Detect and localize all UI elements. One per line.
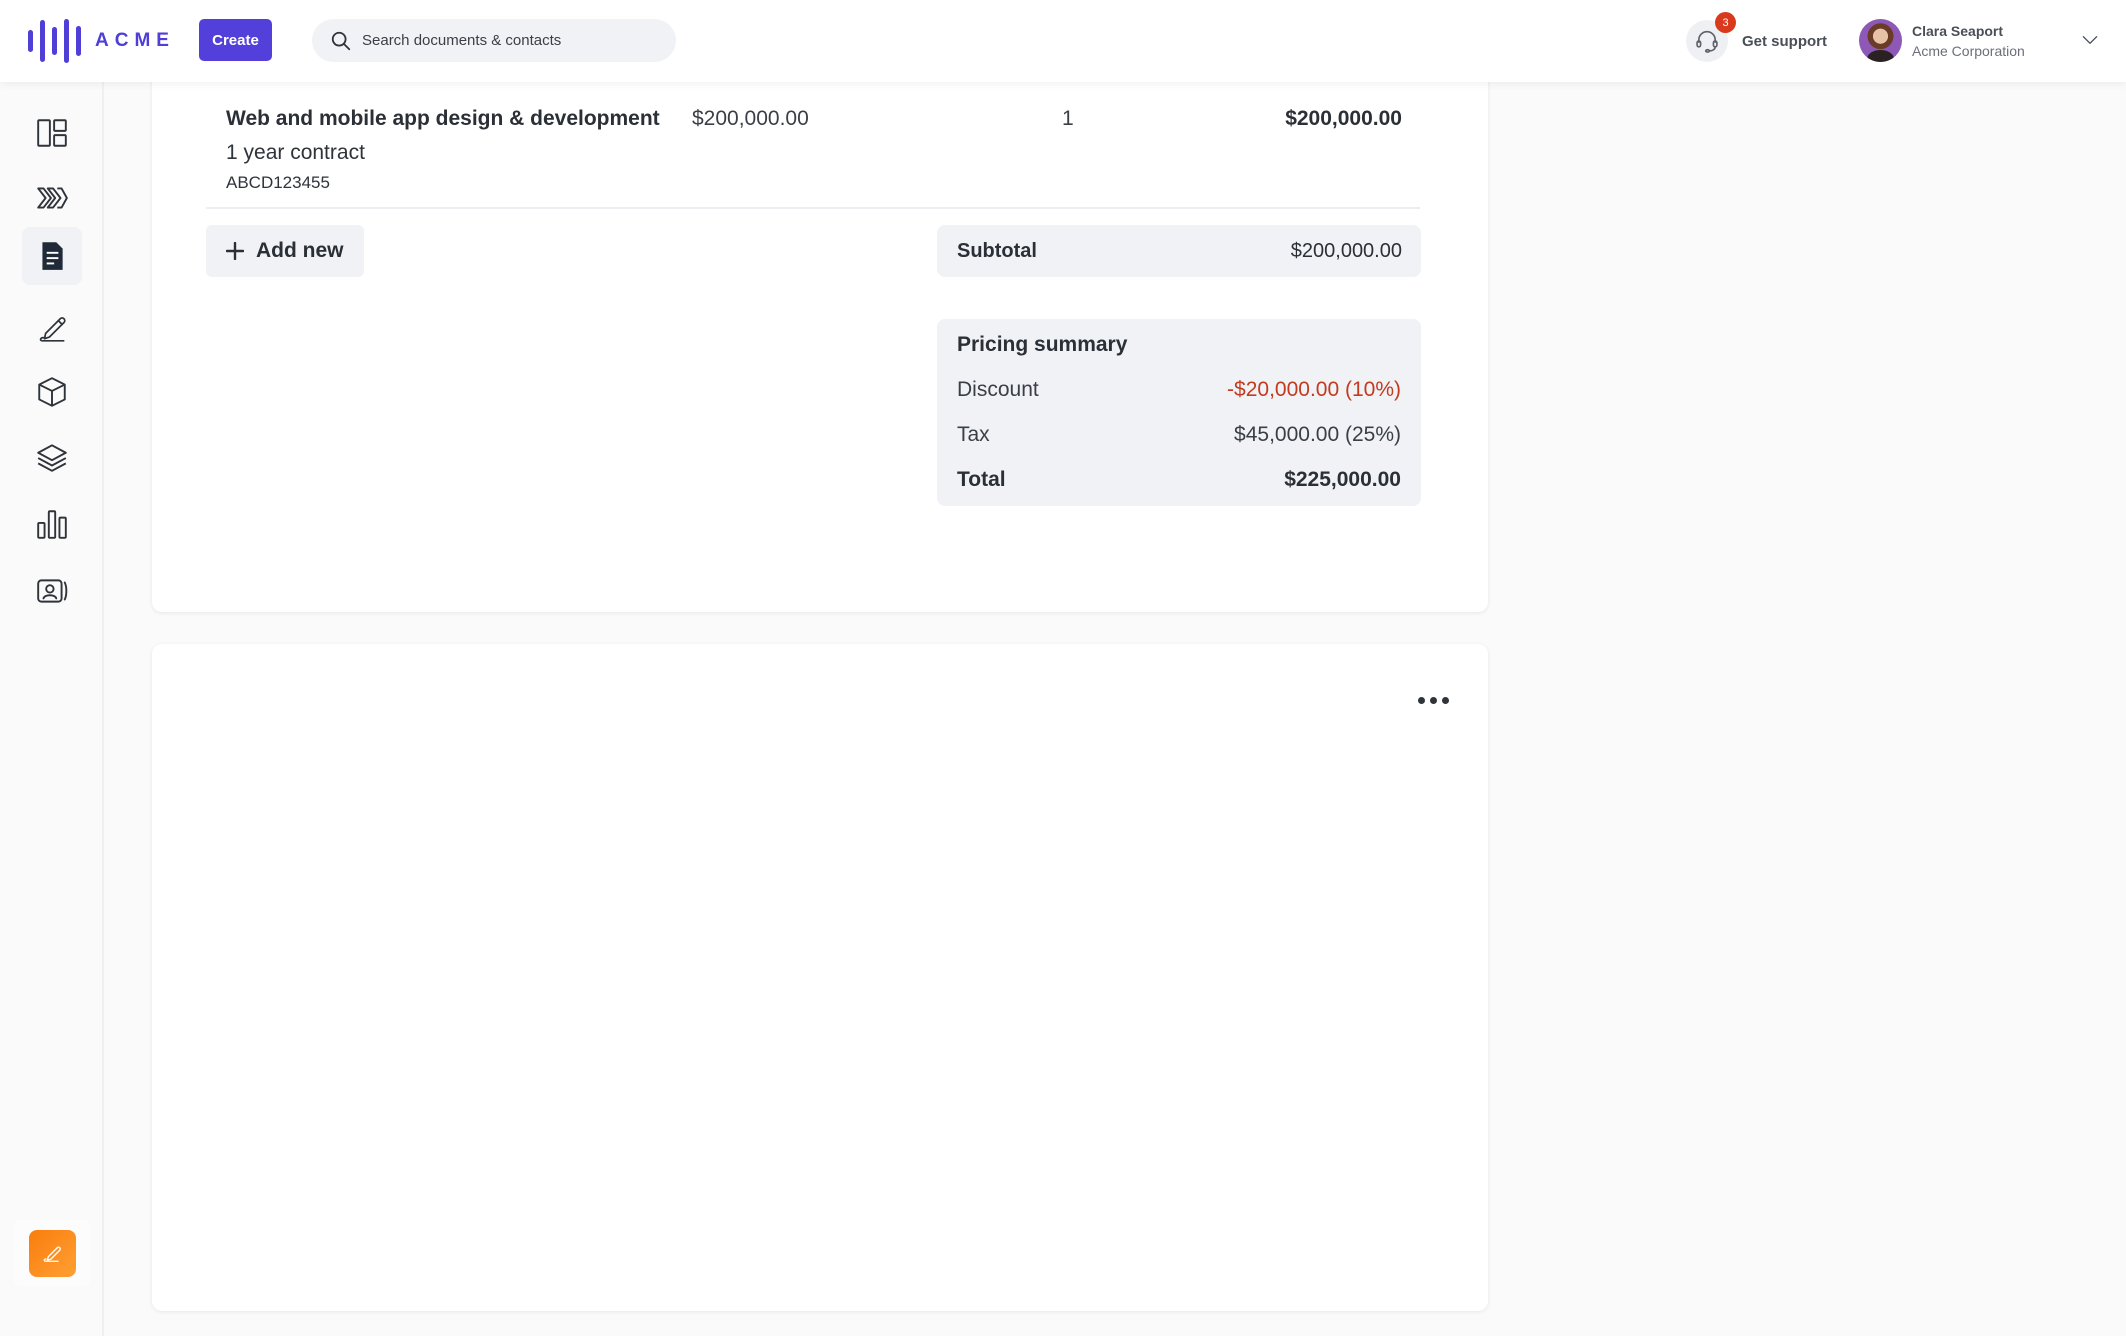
acme-logo[interactable]: ACME — [28, 19, 175, 63]
support-icon-wrap: 3 — [1686, 12, 1736, 62]
pricing-summary-title: Pricing summary — [957, 333, 1128, 356]
search-icon — [331, 31, 351, 50]
row-divider — [206, 207, 1420, 209]
get-support-button[interactable]: 3 Get support — [1686, 12, 1827, 62]
pen-sign-icon — [43, 1246, 61, 1262]
sidebar-item-contacts[interactable] — [22, 562, 82, 620]
logo-mark-icon — [28, 19, 81, 63]
notification-badge: 3 — [1715, 12, 1736, 33]
tax-label: Tax — [957, 423, 990, 446]
discount-label: Discount — [957, 378, 1039, 401]
document-icon — [42, 242, 63, 270]
user-organization: Acme Corporation — [1912, 42, 2025, 59]
line-item-price: $200,000.00 — [692, 107, 809, 130]
sidebar-item-signatures[interactable] — [22, 298, 82, 356]
add-new-button[interactable]: Add new — [206, 225, 364, 277]
subtotal-value: $200,000.00 — [1290, 239, 1402, 262]
tax-value: $45,000.00 (25%) — [1234, 423, 1401, 446]
quick-sign-button[interactable] — [28, 1229, 76, 1277]
logo-text: ACME — [95, 30, 175, 51]
line-item-sku: ABCD123455 — [226, 173, 330, 192]
total-value: $225,000.00 — [1284, 468, 1401, 491]
avatar — [1859, 19, 1902, 62]
chevron-down-icon[interactable] — [2080, 30, 2100, 50]
pricing-summary: Pricing summary Discount -$20,000.00 (10… — [937, 319, 1421, 506]
bar-chart-icon — [37, 510, 67, 539]
line-item-total: $200,000.00 — [1285, 107, 1402, 130]
sidebar-item-templates[interactable] — [22, 428, 82, 486]
top-bar: ACME Create 3 Get support Clara Seaport … — [0, 0, 2126, 82]
sidebar-item-reports[interactable] — [22, 495, 82, 553]
headset-icon — [1696, 30, 1718, 53]
total-row: Total $225,000.00 — [957, 465, 1401, 510]
line-item-description: 1 year contract — [226, 141, 365, 164]
total-label: Total — [957, 468, 1006, 491]
subtotal-row: Subtotal $200,000.00 — [937, 225, 1421, 277]
user-name: Clara Seaport — [1912, 22, 2004, 39]
sidebar — [0, 82, 104, 1336]
pen-sign-icon — [39, 317, 66, 342]
tax-row: Tax $45,000.00 (25%) — [957, 420, 1401, 465]
sign-action-wrap — [14, 1220, 90, 1286]
more-options-button[interactable] — [1413, 688, 1453, 712]
get-support-label: Get support — [1742, 32, 1827, 50]
sidebar-item-products[interactable] — [22, 363, 82, 421]
discount-row: Discount -$20,000.00 (10%) — [957, 375, 1401, 420]
contact-card-icon — [37, 579, 68, 603]
subtotal-label: Subtotal — [957, 239, 1037, 262]
search-bar[interactable] — [312, 19, 676, 62]
line-item-name: Web and mobile app design & development — [226, 107, 660, 130]
discount-value: -$20,000.00 (10%) — [1227, 378, 1401, 401]
sidebar-item-workflows[interactable] — [22, 169, 82, 227]
chevrons-right-icon — [37, 187, 68, 209]
user-menu[interactable]: Clara Seaport Acme Corporation — [1859, 19, 2025, 62]
more-dots-icon — [1441, 696, 1449, 704]
cube-icon — [38, 377, 66, 407]
add-new-label: Add new — [256, 239, 344, 262]
search-input[interactable] — [362, 32, 662, 49]
plus-icon — [226, 242, 244, 260]
layers-icon — [37, 444, 67, 472]
sidebar-item-dashboard[interactable] — [22, 104, 82, 162]
more-dots-icon — [1417, 696, 1425, 704]
content-block-card — [152, 644, 1488, 1311]
create-button[interactable]: Create — [199, 19, 272, 61]
sidebar-item-documents[interactable] — [22, 227, 82, 285]
more-dots-icon — [1429, 696, 1437, 704]
line-item-quantity: 1 — [1062, 107, 1074, 130]
dashboard-layout-icon — [37, 119, 67, 147]
